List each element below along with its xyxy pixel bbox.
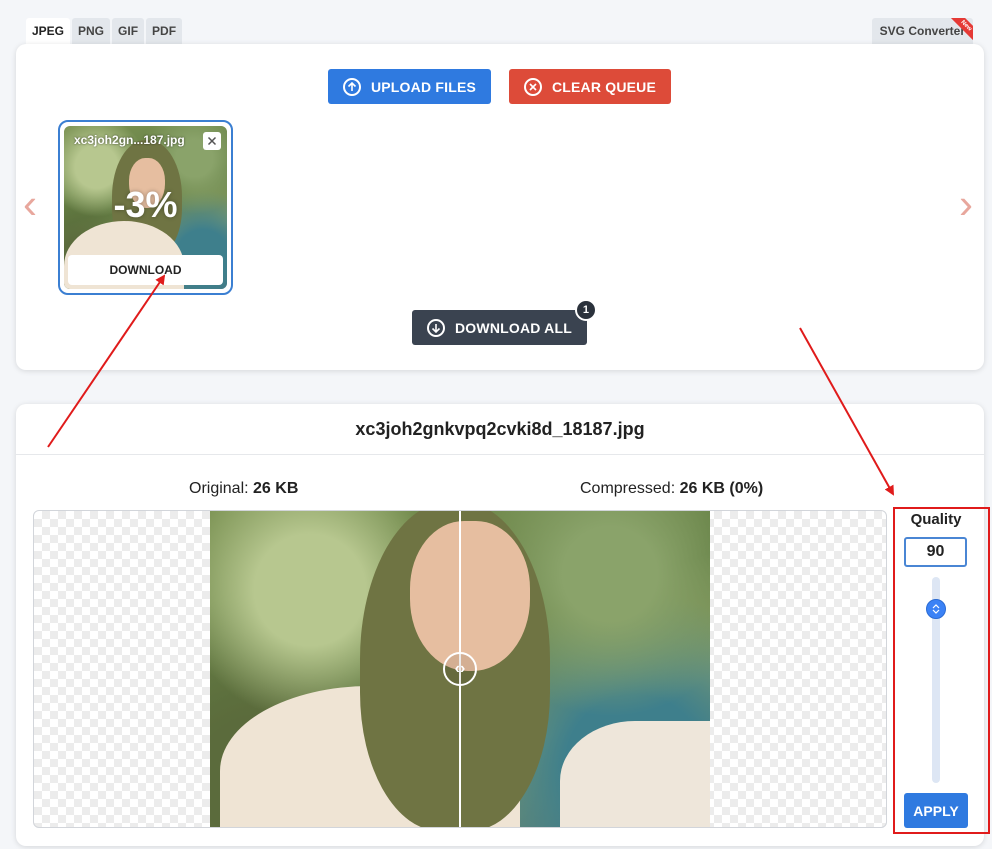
tab-svg-converter[interactable]: SVG Converter New	[871, 18, 973, 44]
tab-gif[interactable]: GIF	[112, 18, 145, 44]
tab-jpeg[interactable]: JPEG	[26, 18, 71, 44]
compressed-size-percent: (0%)	[729, 480, 764, 497]
compare-handle-icon[interactable]: ‹›	[443, 652, 477, 686]
close-icon[interactable]	[203, 132, 221, 150]
compare-panel: xc3joh2gnkvpq2cvki8d_18187.jpg Original:…	[16, 404, 984, 846]
clear-queue-label: CLEAR QUEUE	[551, 78, 657, 95]
compressed-size: Compressed: 26 KB (0%)	[580, 480, 763, 498]
tab-pdf[interactable]: PDF	[146, 18, 183, 44]
queue-next-arrow[interactable]: ›	[959, 183, 973, 225]
apply-button[interactable]: APPLY	[904, 793, 968, 828]
slider-thumb-icon[interactable]	[926, 599, 946, 619]
clear-icon	[523, 77, 542, 96]
compressed-size-label: Compressed:	[580, 480, 676, 497]
quality-slider[interactable]	[926, 577, 946, 783]
quality-controls: Quality APPLY	[894, 507, 978, 833]
original-size-label: Original:	[189, 480, 249, 497]
tab-png[interactable]: PNG	[72, 18, 111, 44]
queue-item[interactable]: xc3joh2gn...187.jpg -3% DOWNLOAD	[58, 120, 233, 295]
upload-panel: UPLOAD FILES CLEAR QUEUE ‹ › xc3joh2gn..…	[16, 44, 984, 370]
compare-filename: xc3joh2gnkvpq2cvki8d_18187.jpg	[16, 404, 984, 455]
quality-label: Quality	[910, 511, 962, 528]
original-size: Original: 26 KB	[189, 480, 298, 498]
compressed-size-value: 26 KB	[679, 480, 725, 497]
clear-queue-button[interactable]: CLEAR QUEUE	[509, 69, 671, 104]
svg-converter-label: SVG Converter	[879, 24, 965, 38]
upload-files-label: UPLOAD FILES	[370, 78, 477, 95]
compare-viewer[interactable]: ‹›	[33, 510, 887, 828]
format-tabs: JPEG PNG GIF PDF	[26, 18, 183, 44]
download-count-badge: 1	[575, 299, 597, 321]
queue-prev-arrow[interactable]: ‹	[23, 183, 37, 225]
thumbnail-download-button[interactable]: DOWNLOAD	[68, 255, 223, 285]
upload-icon	[342, 77, 361, 96]
original-size-value: 26 KB	[253, 480, 299, 497]
download-icon	[427, 318, 445, 337]
download-all-label: DOWNLOAD ALL	[455, 319, 572, 336]
upload-files-button[interactable]: UPLOAD FILES	[328, 69, 491, 104]
thumbnail-filename: xc3joh2gn...187.jpg	[74, 133, 185, 147]
download-all-button[interactable]: DOWNLOAD ALL 1	[412, 299, 597, 345]
reduction-percent: -3%	[113, 184, 178, 225]
quality-input[interactable]	[904, 537, 967, 567]
